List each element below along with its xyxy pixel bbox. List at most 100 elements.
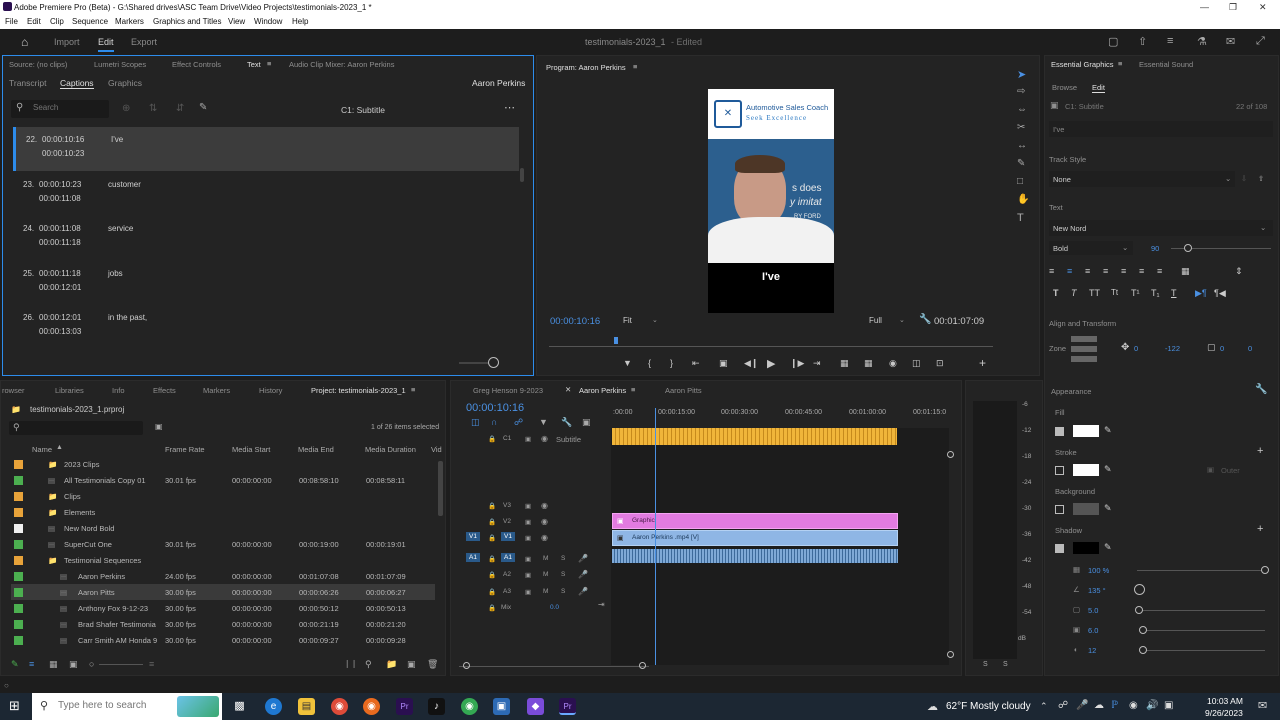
col-media-start[interactable]: Media Start xyxy=(232,445,270,454)
font-size-value[interactable]: 90 xyxy=(1151,244,1159,253)
v2-lock-icon[interactable]: 🔒 xyxy=(488,518,496,526)
underline-icon[interactable]: T xyxy=(1171,288,1177,298)
a2-mic-icon[interactable]: 🎤 xyxy=(578,570,588,579)
shadow-opacity[interactable]: 100 % xyxy=(1088,566,1109,575)
app-icon-blue[interactable]: ▣ xyxy=(493,698,510,715)
a3-mic-icon[interactable]: 🎤 xyxy=(578,587,588,596)
list-view-icon[interactable]: ≡ xyxy=(29,659,34,669)
v3-lock-icon[interactable]: 🔒 xyxy=(488,502,496,510)
project-scrollbar[interactable] xyxy=(438,461,443,516)
menu-graphics-titles[interactable]: Graphics and Titles xyxy=(153,17,221,26)
type-tool-icon[interactable]: T xyxy=(1017,212,1024,224)
caption-row[interactable]: 26. 00:00:12:01 00:00:13:03 in the past, xyxy=(13,305,519,349)
tab-essential-sound[interactable]: Essential Sound xyxy=(1139,60,1193,69)
chrome-icon[interactable]: ◉ xyxy=(331,698,348,715)
split-caption-icon[interactable]: ⇅ xyxy=(149,103,157,114)
mix-lock-icon[interactable]: 🔒 xyxy=(488,604,496,612)
a2-mute-button[interactable]: M xyxy=(543,571,548,578)
background-eyedropper-icon[interactable]: ✎ xyxy=(1104,503,1112,514)
small-caps-icon[interactable]: Tt xyxy=(1111,288,1118,297)
fit-dropdown[interactable]: Fit xyxy=(623,316,632,325)
caption-text-field[interactable]: I've xyxy=(1049,121,1273,137)
position-y[interactable]: -122 xyxy=(1165,344,1180,353)
razor-icon[interactable]: ✂ xyxy=(1017,122,1025,133)
appearance-wrench-icon[interactable]: 🔧 xyxy=(1255,384,1267,395)
ltr-icon[interactable]: ▶¶ xyxy=(1195,288,1207,299)
quick-export-icon[interactable]: ⇧ xyxy=(1138,35,1147,48)
a1-lock-icon[interactable]: 🔒 xyxy=(488,555,496,563)
restore-icon[interactable]: ❐ xyxy=(1229,2,1237,13)
caption-text[interactable]: service xyxy=(108,224,133,233)
col-media-duration[interactable]: Media Duration xyxy=(365,445,416,454)
freeform-view-icon[interactable]: ▣ xyxy=(69,659,78,670)
new-bin-from-search-icon[interactable]: ▣ xyxy=(155,422,163,431)
zone-grid[interactable] xyxy=(1071,336,1097,362)
track-style-dropdown[interactable]: None ⌄ xyxy=(1049,171,1235,187)
label-color-swatch[interactable] xyxy=(14,588,23,597)
justify-center-icon[interactable]: ≡ xyxy=(1121,266,1126,276)
tab-sequence-greg[interactable]: Greg Henson 9-2023 xyxy=(473,386,543,395)
tab-effect-controls[interactable]: Effect Controls xyxy=(172,60,221,69)
premiere-taskbar-icon[interactable]: Pr xyxy=(396,698,413,715)
fill-color-swatch[interactable] xyxy=(1073,425,1099,437)
snap-icon[interactable]: ∩ xyxy=(491,417,497,427)
mark-in-icon[interactable]: { xyxy=(648,358,651,368)
add-shadow-icon[interactable]: + xyxy=(1257,523,1263,535)
thumbnail-slider-handle[interactable]: ○ xyxy=(89,659,94,669)
shadow-distance-slider[interactable] xyxy=(1137,610,1265,611)
project-item-row[interactable]: ▤ SuperCut One 30.01 fps 00:00:00:00 00:00:1… xyxy=(11,536,435,552)
shadow-opacity-slider[interactable] xyxy=(1137,570,1265,571)
rtl-icon[interactable]: ¶◀ xyxy=(1214,288,1226,299)
close-icon[interactable]: ✕ xyxy=(1259,2,1267,13)
a3-lock-icon[interactable]: 🔒 xyxy=(488,588,496,596)
menu-window[interactable]: Window xyxy=(254,17,282,26)
cloud-sync-icon[interactable]: ☁ xyxy=(1094,700,1104,711)
slip-icon[interactable]: ↔ xyxy=(1017,140,1027,151)
col-frame-rate[interactable]: Frame Rate xyxy=(165,445,205,454)
tab-lumetri-scopes[interactable]: Lumetri Scopes xyxy=(94,60,146,69)
align-left-icon[interactable]: ≡ xyxy=(1049,266,1054,276)
export-frame-icon[interactable]: ◉ xyxy=(889,358,897,369)
workspaces-icon[interactable]: ▢ xyxy=(1108,35,1118,48)
timeline-playhead[interactable] xyxy=(655,408,656,665)
tracking-icon[interactable]: ▦ xyxy=(1181,266,1190,277)
tab-info[interactable]: Info xyxy=(112,386,125,395)
task-view-icon[interactable]: ▩ xyxy=(231,698,248,715)
home-icon[interactable]: ⌂ xyxy=(21,35,28,49)
fill-eyedropper-icon[interactable]: ✎ xyxy=(1104,425,1112,436)
v2-sync-icon[interactable]: ▣ xyxy=(525,518,531,526)
taskbar-search-box[interactable]: ⚲ xyxy=(32,693,222,720)
fill-checkbox[interactable] xyxy=(1055,427,1064,436)
lift-icon[interactable]: ▣ xyxy=(719,358,728,369)
step-back-icon[interactable]: ◀❙ xyxy=(744,358,758,369)
caption-text[interactable]: in the past, xyxy=(108,313,147,322)
taskbar-search-input[interactable] xyxy=(58,700,178,711)
v1-label[interactable]: V1 xyxy=(501,532,515,541)
all-caps-icon[interactable]: TT xyxy=(1089,288,1100,298)
project-menu-icon[interactable]: ≡ xyxy=(411,385,415,394)
project-item-row[interactable]: ▤ Anthony Fox 9-12-23 30.00 fps 00:00:00:00… xyxy=(11,600,435,616)
project-item-row[interactable]: ▤ Aaron Perkins 24.00 fps 00:00:00:00 00:01:… xyxy=(11,568,435,584)
notifications-icon[interactable]: ✉ xyxy=(1258,699,1267,712)
a3-solo-button[interactable]: S xyxy=(561,588,565,595)
a2-lock-icon[interactable]: 🔒 xyxy=(488,571,496,579)
a2-sync-icon[interactable]: ▣ xyxy=(525,571,531,579)
volume-icon[interactable]: 🔊 xyxy=(1146,700,1158,711)
video-scroll-handle-top[interactable] xyxy=(947,451,954,458)
menu-file[interactable]: File xyxy=(5,17,18,26)
button-editor-icon[interactable]: + xyxy=(979,356,986,370)
v1-sync-icon[interactable]: ▣ xyxy=(525,534,531,542)
mix-nav-icon[interactable]: ⇥ xyxy=(598,600,605,609)
subtab-edit[interactable]: Edit xyxy=(1092,83,1105,93)
new-item-icon[interactable]: ▣ xyxy=(407,659,416,670)
caption-row[interactable]: 24. 00:00:11:08 00:00:11:18 service xyxy=(13,216,519,260)
insert-icon[interactable]: ▦ xyxy=(840,358,849,369)
tab-sequence-aaron-pitts[interactable]: Aaron Pitts xyxy=(665,386,702,395)
stroke-eyedropper-icon[interactable]: ✎ xyxy=(1104,464,1112,475)
text-tab-menu-icon[interactable]: ≡ xyxy=(267,59,271,68)
timeline-zoom-bar[interactable] xyxy=(459,666,649,667)
timeline-timecode[interactable]: 00:00:10:16 xyxy=(466,402,524,414)
tab-libraries[interactable]: Libraries xyxy=(55,386,84,395)
windows-start-icon[interactable]: ⊞ xyxy=(9,698,20,714)
hand-tool-icon[interactable]: ✋ xyxy=(1017,194,1029,205)
